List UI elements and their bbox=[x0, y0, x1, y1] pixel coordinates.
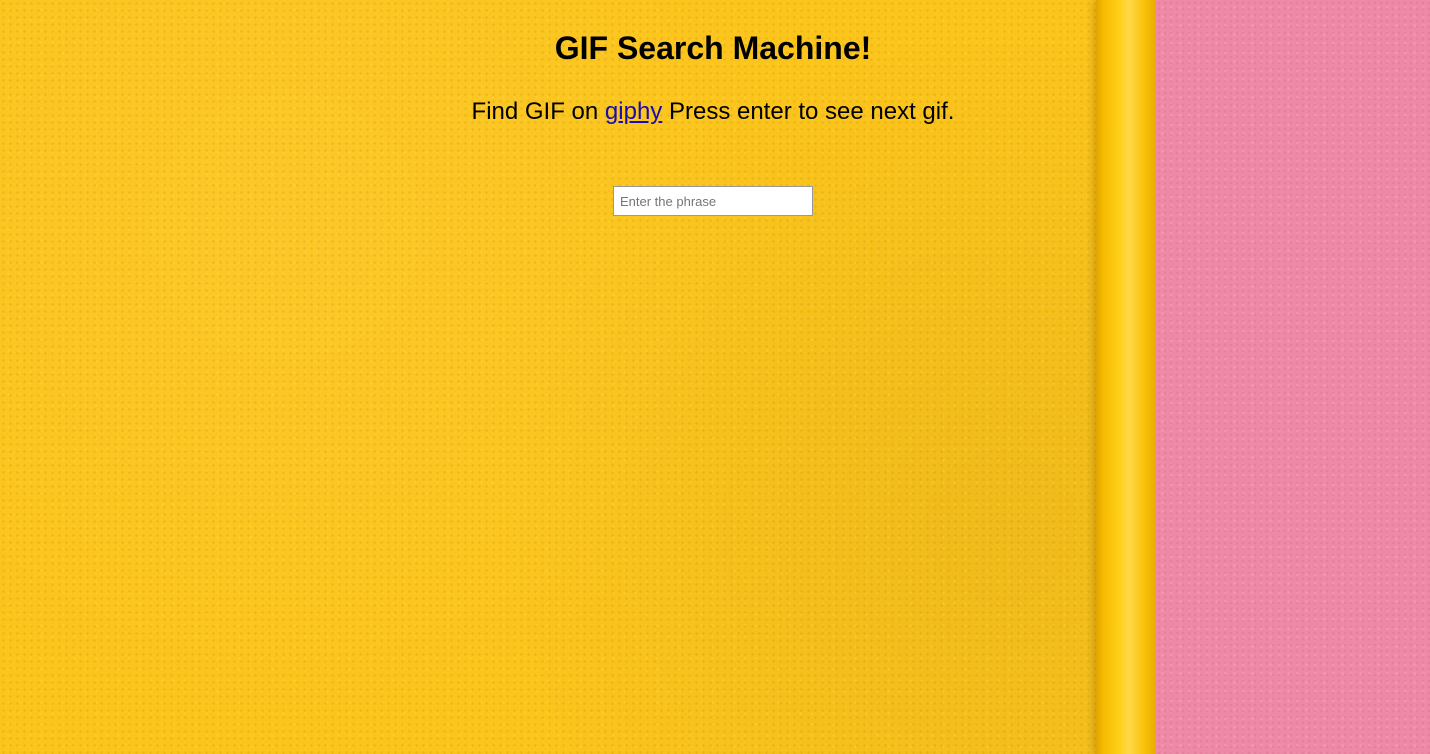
page-subtitle: Find GIF on giphy Press enter to see nex… bbox=[0, 96, 1426, 128]
giphy-link[interactable]: giphy bbox=[605, 98, 662, 125]
subtitle-suffix: Press enter to see next gif. bbox=[662, 98, 955, 125]
subtitle-prefix: Find GIF on bbox=[471, 98, 605, 125]
page-title: GIF Search Machine! bbox=[554, 30, 872, 66]
search-input[interactable] bbox=[613, 186, 813, 216]
